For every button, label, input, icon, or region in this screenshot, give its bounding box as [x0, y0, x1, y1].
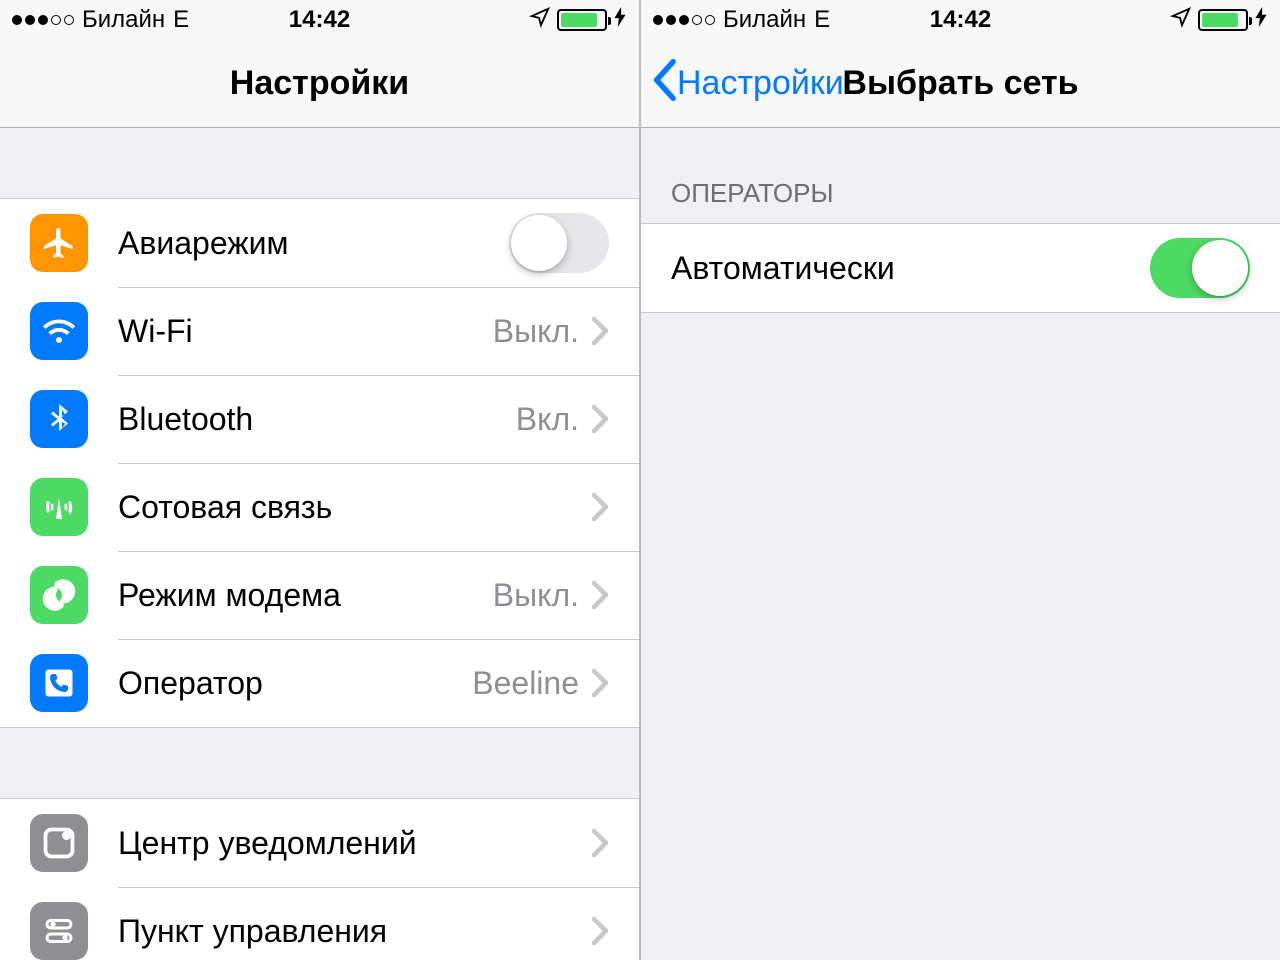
row-label: Пункт управления: [118, 913, 591, 950]
carrier-select-screen: Билайн E 14:42 Настройки Выбра: [641, 0, 1280, 960]
cellular-icon: [30, 478, 88, 536]
section-header-operators: ОПЕРАТОРЫ: [641, 128, 1280, 223]
row-label: Авиарежим: [118, 225, 509, 262]
airplane-icon: [30, 214, 88, 272]
status-time: 14:42: [289, 6, 350, 34]
bluetooth-icon: [30, 390, 88, 448]
control-icon: [30, 902, 88, 960]
settings-row-control[interactable]: Пункт управления: [0, 887, 639, 960]
charging-icon: [613, 7, 627, 33]
chevron-right-icon: [591, 916, 609, 946]
nav-title: Настройки: [230, 64, 409, 103]
settings-group-system: Центр уведомлений Пункт управления: [0, 798, 639, 960]
settings-row-bluetooth[interactable]: BluetoothВкл.: [0, 375, 639, 463]
row-label: Оператор: [118, 665, 472, 702]
row-label: Сотовая связь: [118, 489, 591, 526]
signal-strength-icon: [12, 15, 74, 25]
row-label: Режим модема: [118, 577, 493, 614]
carrier-label: Билайн: [82, 6, 165, 34]
settings-row-carrier[interactable]: ОператорBeeline: [0, 639, 639, 727]
status-time: 14:42: [930, 6, 991, 34]
carrier-icon: [30, 654, 88, 712]
hotspot-icon: [30, 566, 88, 624]
nav-back-button[interactable]: Настройки: [651, 58, 844, 110]
nav-title: Выбрать сеть: [842, 64, 1078, 103]
row-value: Beeline: [472, 665, 579, 702]
chevron-right-icon: [591, 316, 609, 346]
operators-group: Автоматически: [641, 223, 1280, 313]
wifi-icon: [30, 302, 88, 360]
chevron-right-icon: [591, 828, 609, 858]
row-value: Вкл.: [516, 401, 579, 438]
row-label: Bluetooth: [118, 401, 516, 438]
row-label: Центр уведомлений: [118, 825, 591, 862]
toggle-switch[interactable]: [509, 213, 609, 273]
status-bar: Билайн E 14:42: [641, 0, 1280, 40]
notif-icon: [30, 814, 88, 872]
toggle-switch[interactable]: [1150, 238, 1250, 298]
network-indicator: E: [814, 6, 830, 34]
settings-group-connectivity: АвиарежимWi-FiВыкл.BluetoothВкл.Сотовая …: [0, 198, 639, 728]
nav-bar: Настройки: [0, 40, 639, 128]
chevron-right-icon: [591, 404, 609, 434]
settings-row-автоматически[interactable]: Автоматически: [641, 224, 1280, 312]
settings-row-wifi[interactable]: Wi-FiВыкл.: [0, 287, 639, 375]
settings-row-cellular[interactable]: Сотовая связь: [0, 463, 639, 551]
chevron-right-icon: [591, 668, 609, 698]
chevron-right-icon: [591, 492, 609, 522]
location-icon: [529, 6, 551, 34]
nav-bar: Настройки Выбрать сеть: [641, 40, 1280, 128]
settings-row-hotspot[interactable]: Режим модемаВыкл.: [0, 551, 639, 639]
row-label: Автоматически: [671, 250, 1150, 287]
battery-icon: [557, 9, 607, 31]
location-icon: [1170, 6, 1192, 34]
battery-icon: [1198, 9, 1248, 31]
row-label: Wi-Fi: [118, 313, 493, 350]
nav-back-label: Настройки: [677, 64, 844, 103]
settings-row-airplane[interactable]: Авиарежим: [0, 199, 639, 287]
carrier-label: Билайн: [723, 6, 806, 34]
settings-screen: Билайн E 14:42 Настройки АвиарежимWi-FiВ…: [0, 0, 641, 960]
signal-strength-icon: [653, 15, 715, 25]
network-indicator: E: [173, 6, 189, 34]
charging-icon: [1254, 7, 1268, 33]
chevron-right-icon: [591, 580, 609, 610]
row-value: Выкл.: [493, 577, 579, 614]
chevron-left-icon: [651, 58, 677, 110]
row-value: Выкл.: [493, 313, 579, 350]
status-bar: Билайн E 14:42: [0, 0, 639, 40]
settings-row-notif[interactable]: Центр уведомлений: [0, 799, 639, 887]
